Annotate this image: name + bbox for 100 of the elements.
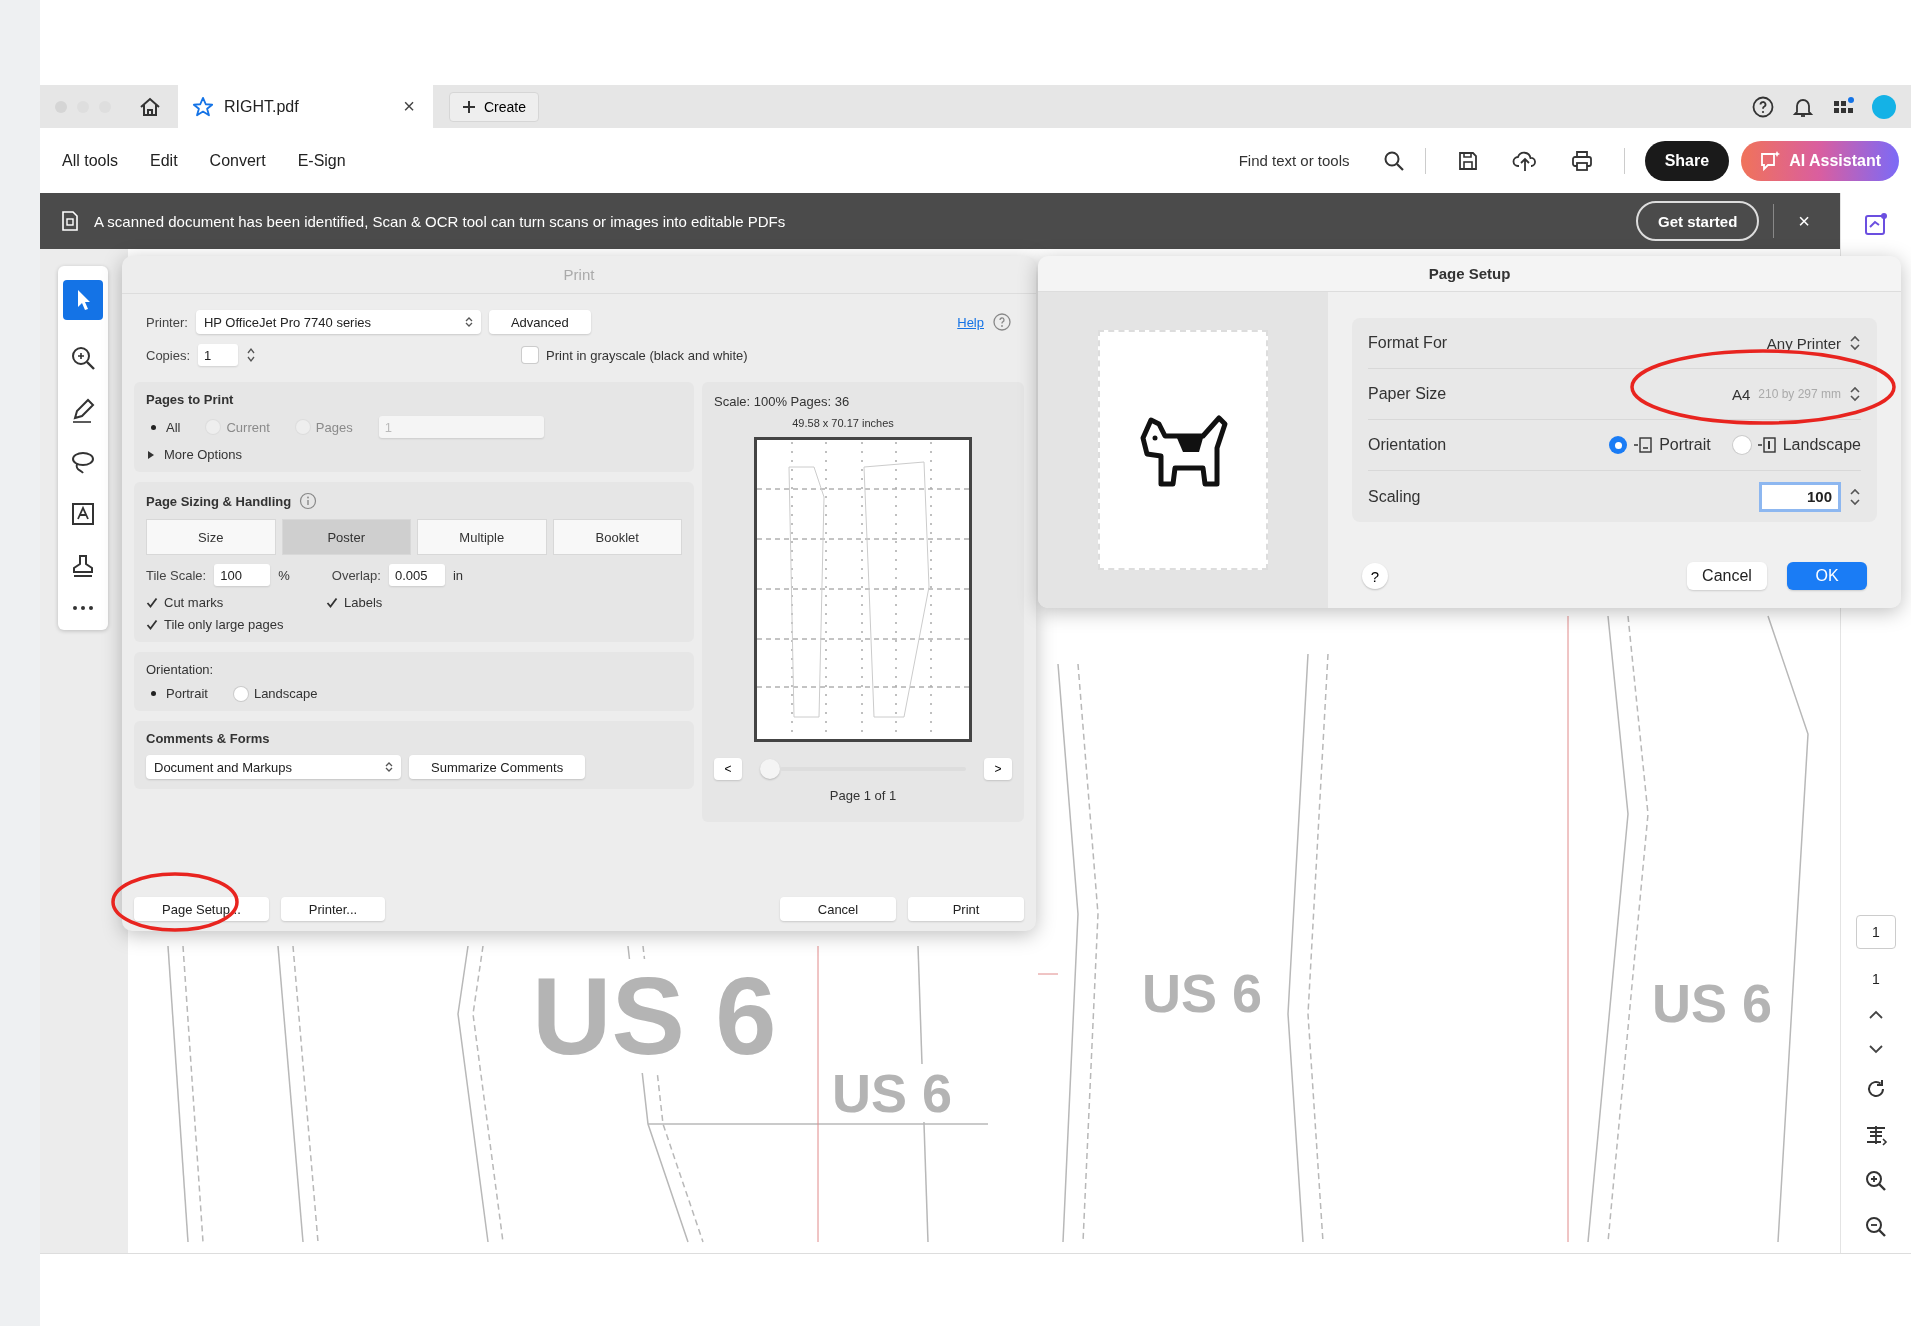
chat-sparkle-icon [1759,149,1782,172]
sizing-mode-button[interactable]: Size [146,519,276,555]
get-started-button[interactable]: Get started [1636,201,1760,241]
dialog-title: Page Setup [1038,256,1901,292]
radio-button[interactable] [1609,436,1628,454]
disclosure-triangle-icon[interactable] [146,449,156,460]
checkbox-label: Tile only large pages [164,617,284,632]
radio-label: Landscape [1782,436,1861,454]
section-title: Orientation: [146,662,215,677]
sizing-mode-button[interactable]: Poster [281,519,411,555]
zoom-icon[interactable] [69,344,97,372]
more-options-toggle[interactable]: More Options [164,447,243,462]
previous-page-button[interactable]: < [714,758,742,780]
document-icon [60,210,80,232]
comments-dropdown[interactable]: Document and Markups [146,755,401,779]
panel-icon[interactable] [1863,211,1889,237]
scaling-field[interactable]: 100 [1759,481,1841,512]
dialog-button[interactable]: Printer... [280,897,386,921]
menu-item[interactable]: All tools [52,145,129,176]
page-number-field[interactable]: 1 [1856,915,1896,949]
checkbox[interactable] [146,596,158,609]
cursor-icon[interactable] [63,280,103,320]
field-label: Tile Scale: [146,567,207,583]
preview-size-text: 49.58 x 70.17 inches [792,417,894,429]
radio-label: All [166,419,181,435]
menu-item[interactable]: Convert [199,145,276,176]
stepper-icon[interactable] [1849,335,1861,351]
field-label: Paper Size [1368,385,1447,403]
create-button[interactable]: Create [449,91,540,122]
field-label: Overlap: [331,567,381,583]
section-title: Comments & Forms [146,731,271,746]
section-title: Page Sizing & Handling [146,493,292,509]
dialog-title: Print [122,256,1036,294]
sizing-mode-button[interactable]: Multiple [417,519,547,555]
grayscale-checkbox[interactable] [522,347,539,363]
tile-scale-field[interactable]: 100 [214,564,271,586]
checkbox[interactable] [146,618,158,631]
slider-thumb[interactable] [760,759,780,779]
field-label: Scaling [1368,487,1421,506]
format-for-value[interactable]: Any Printer [1766,334,1841,352]
document-tab[interactable]: RIGHT.pdf × [178,85,433,128]
menu-item[interactable]: E-Sign [287,145,356,176]
stepper-icon[interactable] [246,346,257,364]
sizing-mode-button[interactable]: Booklet [552,519,682,555]
fit-page-icon[interactable] [1864,1123,1888,1147]
text-box-icon[interactable] [69,500,97,528]
dialog-button[interactable]: Cancel [780,897,896,921]
page-total-text: 1 [1872,971,1880,987]
field-label: Printer: [146,314,188,330]
radio-label: Landscape [253,686,318,701]
close-banner-button[interactable]: × [1788,209,1820,233]
home-icon[interactable] [138,95,162,118]
radio-label: Current [226,419,270,435]
cancel-button[interactable]: Cancel [1687,562,1767,590]
field-label: Orientation [1368,436,1447,454]
help-link[interactable]: Help [957,314,984,330]
radio-button[interactable] [233,686,248,701]
info-icon[interactable] [299,492,318,510]
stepper-icon [464,316,473,328]
dialog-button[interactable]: Print [908,897,1024,921]
help-button[interactable]: ? [1362,563,1388,589]
printer-icon[interactable] [1569,148,1594,173]
more-icon[interactable] [71,604,95,612]
plus-icon [462,99,476,114]
field-label: Format For [1368,334,1448,352]
radio-button[interactable] [1732,436,1751,454]
paper-size-value[interactable]: A4 [1731,385,1751,403]
unit-label: % [278,567,290,583]
radio-label: Pages [315,419,353,435]
chevron-up-icon[interactable] [1867,1009,1885,1021]
copies-field[interactable]: 1 [198,344,239,366]
close-tab-button[interactable]: × [399,95,419,118]
search-icon[interactable] [1382,149,1405,172]
section-title: Pages to Print [146,392,235,407]
zoom-out-icon[interactable] [1864,1215,1888,1239]
menu-item[interactable]: Edit [140,145,188,176]
next-page-button[interactable]: > [984,758,1012,780]
ai-assistant-button[interactable]: AI Assistant [1741,140,1899,181]
radio-label: Portrait [1659,436,1711,454]
help-icon[interactable] [1751,94,1775,119]
zoom-in-icon[interactable] [1864,1169,1888,1193]
stepper-icon[interactable] [1849,386,1861,402]
banner-message: A scanned document has been identified, Scan & OCR tool can turn scans or images into editable PDFs [94,212,786,230]
checkbox-label: Print in grayscale (black and white) [546,347,748,363]
share-button[interactable]: Share [1644,140,1730,181]
tab-title: RIGHT.pdf [224,97,300,116]
checkbox-label: Labels [344,595,383,610]
ok-button[interactable]: OK [1787,562,1867,590]
star-icon[interactable] [192,95,214,118]
preview-scale-text: Scale: 100% Pages: 36 [714,394,850,409]
summarize-comments-button[interactable]: Summarize Comments [409,755,586,779]
search-field[interactable]: Find text or tools [1236,151,1377,170]
unit-label: in [452,567,464,583]
chevron-down-icon[interactable] [1867,1043,1885,1055]
checkbox[interactable] [326,596,338,609]
printer-dropdown[interactable]: HP OfficeJet Pro 7740 series [195,310,481,334]
radio-label: Portrait [166,686,208,701]
overlap-field[interactable]: 0.005 [388,564,445,586]
paper-size-detail: 210 by 297 mm [1758,387,1841,401]
advanced-button[interactable]: Advanced [488,310,591,334]
